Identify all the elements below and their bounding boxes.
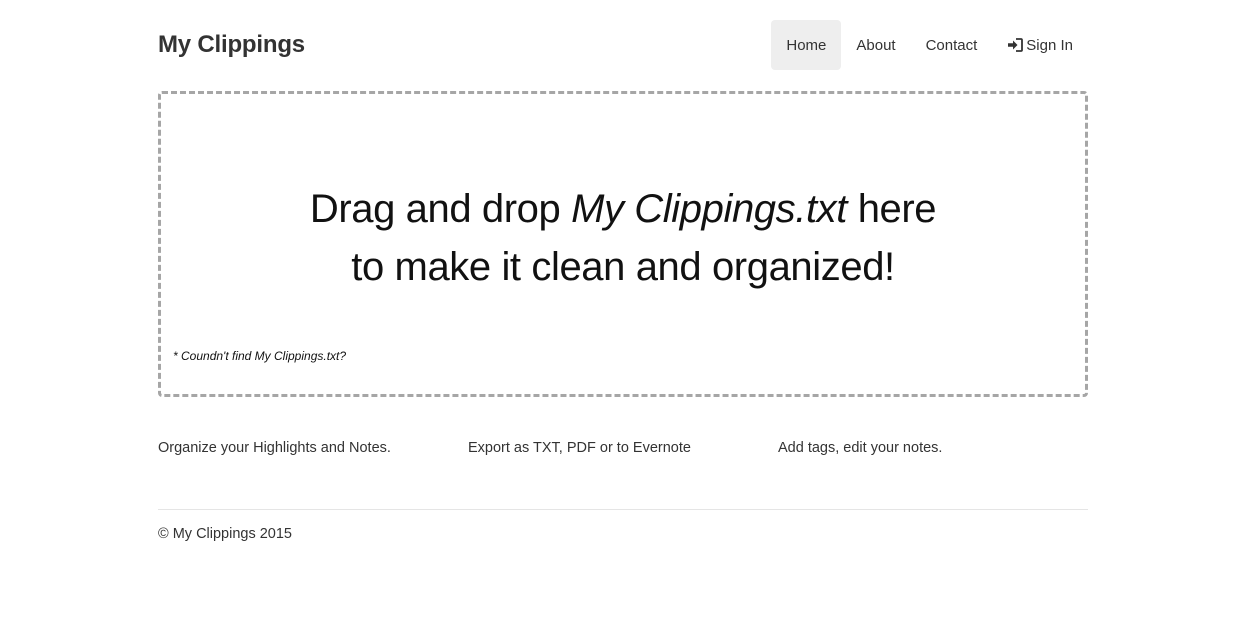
nav-item-label: About bbox=[856, 36, 896, 54]
nav-item-label: Contact bbox=[925, 36, 978, 54]
nav-item-about[interactable]: About bbox=[841, 20, 910, 70]
sign-in-icon bbox=[1007, 38, 1024, 52]
nav-item-label: Sign In bbox=[1026, 36, 1073, 54]
nav-item-label: Home bbox=[786, 36, 827, 54]
dropzone-line-2: to make it clean and organized! bbox=[351, 245, 895, 289]
dropzone-message: Drag and drop My Clippings.txt here to m… bbox=[161, 180, 1085, 296]
nav-item-sign-in[interactable]: Sign In bbox=[992, 20, 1088, 70]
feature-tags: Add tags, edit your notes. bbox=[778, 440, 943, 456]
dropzone-text: here bbox=[846, 187, 937, 231]
file-location-hint-link[interactable]: * Coundn't find My Clippings.txt? bbox=[173, 349, 346, 363]
page-container: My Clippings Home About Contact Sign In bbox=[158, 0, 1088, 542]
brand-link[interactable]: My Clippings bbox=[158, 31, 305, 59]
dropzone-filename: My Clippings.txt bbox=[571, 187, 847, 231]
nav-menu: Home About Contact Sign In bbox=[771, 20, 1088, 70]
footer-copyright: © My Clippings 2015 bbox=[158, 526, 292, 542]
feature-export: Export as TXT, PDF or to Evernote bbox=[468, 440, 691, 456]
feature-organize: Organize your Highlights and Notes. bbox=[158, 440, 391, 456]
dropzone-text: Drag and drop bbox=[309, 187, 572, 231]
nav-item-home[interactable]: Home bbox=[771, 20, 842, 70]
nav-item-contact[interactable]: Contact bbox=[911, 20, 993, 70]
navbar: My Clippings Home About Contact Sign In bbox=[158, 0, 1088, 90]
features-row: Organize your Highlights and Notes. Expo… bbox=[158, 440, 1088, 456]
dropzone-line-1: Drag and drop My Clippings.txt here bbox=[161, 180, 1085, 238]
file-dropzone[interactable]: Drag and drop My Clippings.txt here to m… bbox=[158, 91, 1088, 397]
footer-divider bbox=[158, 509, 1088, 510]
